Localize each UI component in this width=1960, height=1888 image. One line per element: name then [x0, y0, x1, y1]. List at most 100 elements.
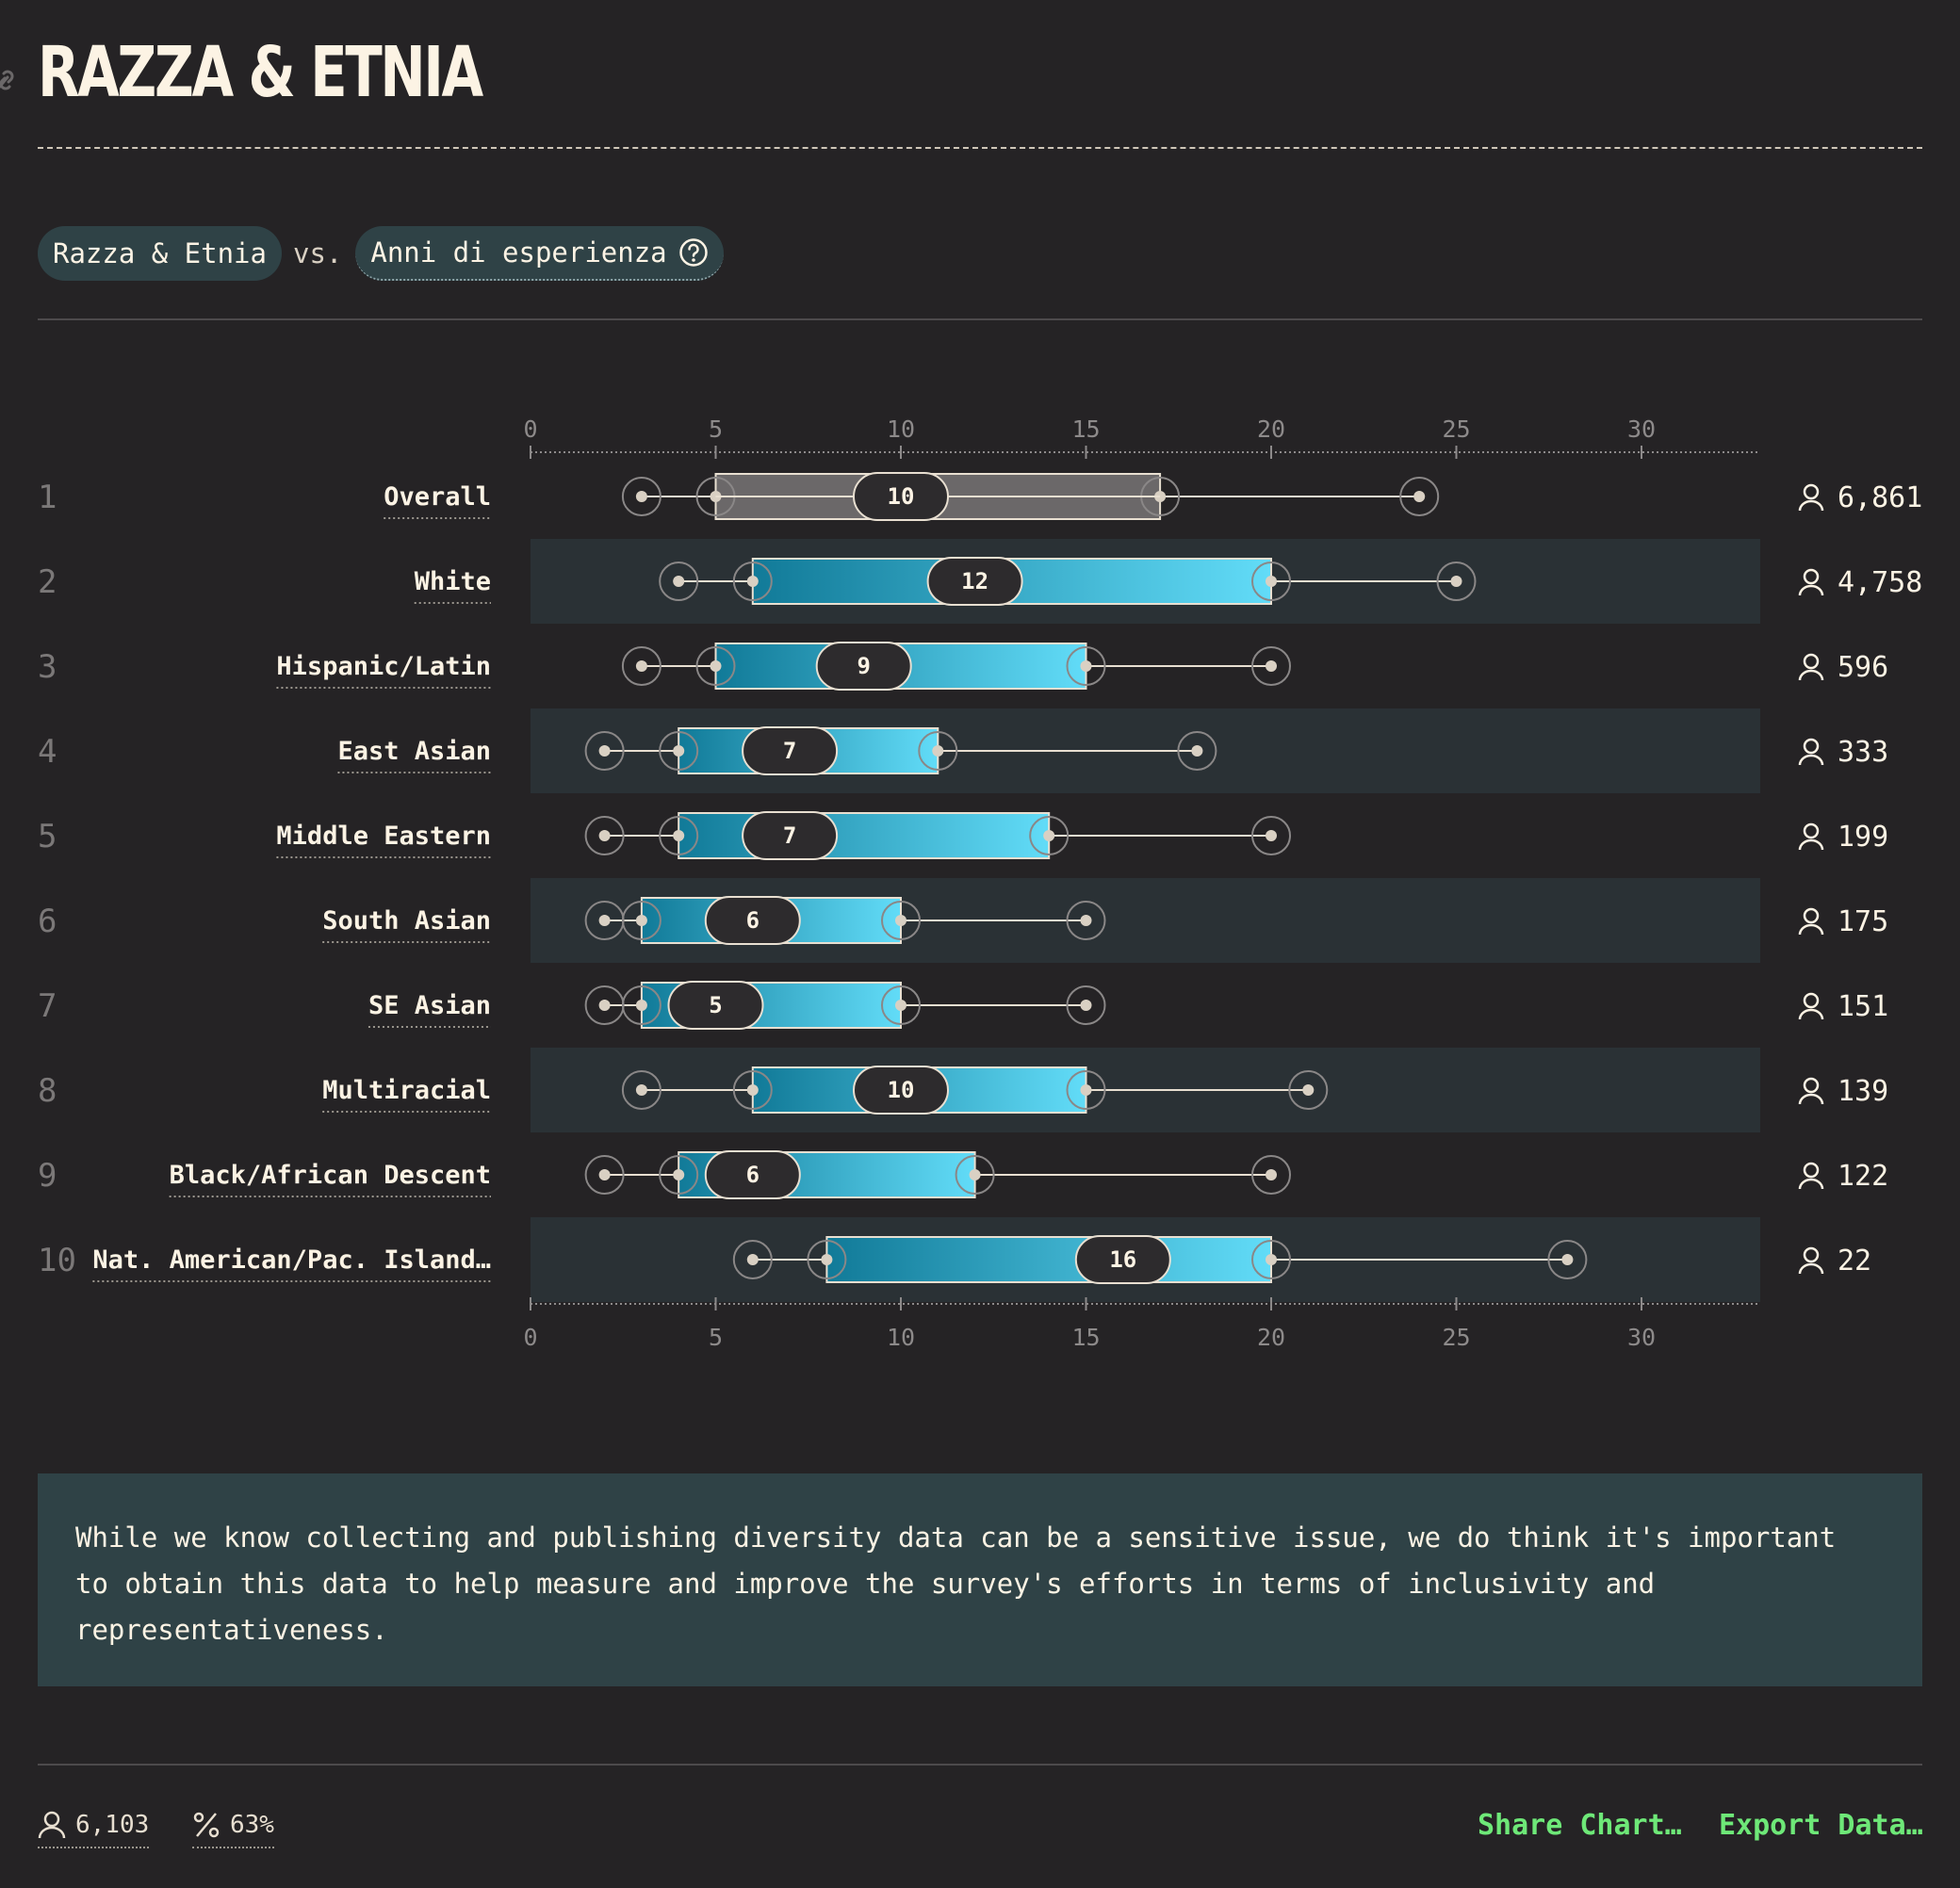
- row-5: 5 Middle Eastern 7 199: [38, 811, 1888, 860]
- p25-dot: [673, 745, 685, 757]
- p10-dot: [635, 1084, 647, 1096]
- export-data-link[interactable]: Export Data…: [1719, 1809, 1923, 1842]
- category-label: East Asian: [337, 737, 491, 766]
- p90-dot: [1561, 1254, 1574, 1265]
- x-tick-label: 25: [1442, 415, 1470, 443]
- user-icon-head: [1803, 1246, 1820, 1263]
- user-icon-body: [1798, 1262, 1824, 1275]
- p10-dot: [598, 1169, 611, 1180]
- respondents-stat[interactable]: 6,103: [38, 1807, 150, 1848]
- median-value: 5: [709, 992, 722, 1018]
- respondent-count: 151: [1838, 990, 1888, 1023]
- x-tick-label: 0: [523, 1324, 537, 1351]
- p75-dot: [1266, 1254, 1277, 1265]
- share-chart-link[interactable]: Share Chart…: [1478, 1809, 1682, 1842]
- user-icon: [1798, 1246, 1824, 1275]
- p10-dot: [598, 745, 611, 757]
- user-icon: [1798, 1162, 1824, 1190]
- respondent-count: 199: [1838, 821, 1888, 854]
- secondary-variable-pill[interactable]: Anni di esperienza: [355, 226, 724, 281]
- row-3: 3 Hispanic/Latin 9 596: [38, 642, 1888, 691]
- secondary-variable-label: Anni di esperienza: [370, 236, 667, 269]
- link-icon[interactable]: [0, 66, 19, 94]
- boxplot-chart: 0 5 10 15 20 25 300 5 10 15 20 25 30 1 Overall 10 6,861…: [38, 415, 1922, 1351]
- rank-label: 6: [38, 903, 57, 940]
- x-tick-label: 15: [1071, 1324, 1100, 1351]
- p10-dot: [598, 1000, 611, 1011]
- user-icon-body: [1798, 669, 1824, 681]
- rank-label: 3: [38, 648, 57, 686]
- user-icon: [1798, 738, 1824, 766]
- p90-dot: [1266, 830, 1277, 841]
- x-tick-label: 0: [523, 415, 537, 443]
- x-tick-label: 10: [887, 415, 915, 443]
- x-tick-label: 20: [1257, 415, 1285, 443]
- category-label: Middle Eastern: [276, 822, 491, 851]
- user-icon-head: [1803, 907, 1820, 924]
- filter-divider: [38, 318, 1922, 320]
- primary-variable-pill[interactable]: Razza & Etnia: [38, 226, 282, 281]
- iqr-box: [825, 1236, 1273, 1283]
- rank-label: 10: [38, 1242, 76, 1279]
- p75-dot: [895, 1000, 906, 1011]
- p25-dot: [673, 830, 685, 841]
- respondent-count: 122: [1838, 1160, 1888, 1193]
- p25-dot: [746, 576, 759, 587]
- p90-dot: [1302, 1084, 1315, 1096]
- p25-dot: [673, 1169, 685, 1180]
- p75-dot: [1043, 830, 1055, 841]
- category-label: SE Asian: [368, 991, 491, 1020]
- percent-icon: [193, 1812, 220, 1838]
- row-7: 7 SE Asian 5 151: [38, 981, 1888, 1030]
- respondent-count: 22: [1838, 1245, 1871, 1278]
- x-tick-label: 20: [1257, 1324, 1285, 1351]
- vs-label: vs.: [292, 237, 343, 269]
- p10-dot: [673, 576, 685, 587]
- p90-dot: [1191, 745, 1203, 757]
- p90-dot: [1413, 491, 1426, 502]
- respondent-count: 596: [1838, 651, 1888, 684]
- row-1: 1 Overall 10 6,861: [38, 472, 1922, 521]
- user-icon-body: [1798, 499, 1824, 512]
- user-icon-head: [1803, 992, 1820, 1009]
- x-tick-label: 15: [1071, 415, 1100, 443]
- rank-label: 1: [38, 479, 57, 516]
- x-tick-label: 10: [887, 1324, 915, 1351]
- x-tick-label: 25: [1442, 1324, 1470, 1351]
- title-divider: [38, 147, 1922, 149]
- median-value: 10: [888, 1077, 915, 1103]
- median-value: 7: [783, 822, 796, 849]
- help-icon[interactable]: [678, 237, 709, 268]
- p90-dot: [1266, 1169, 1277, 1180]
- row-9: 9 Black/African Descent 6 122: [38, 1150, 1888, 1199]
- user-icon: [1798, 1077, 1824, 1105]
- user-icon-head: [1803, 483, 1820, 500]
- respondent-count: 175: [1838, 905, 1888, 938]
- p90-dot: [1080, 915, 1092, 926]
- category-label: Hispanic/Latin: [276, 652, 491, 681]
- p75-dot: [969, 1169, 981, 1180]
- category-label: Black/African Descent: [170, 1161, 491, 1190]
- p75-dot: [1080, 1084, 1092, 1096]
- rank-label: 4: [38, 733, 57, 771]
- category-label: Multiracial: [322, 1076, 491, 1105]
- p10-dot: [746, 1254, 759, 1265]
- percentage-value: 63%: [230, 1811, 274, 1839]
- user-icon: [1798, 907, 1824, 936]
- median-value: 12: [961, 568, 988, 594]
- respondent-count: 4,758: [1838, 566, 1922, 599]
- p10-dot: [635, 660, 647, 672]
- page-title: RAZZA & ETNIA: [38, 32, 483, 113]
- p25-dot: [710, 660, 722, 672]
- primary-variable-label: Razza & Etnia: [53, 237, 267, 269]
- median-value: 6: [746, 1162, 760, 1188]
- user-icon-body: [1798, 838, 1824, 851]
- p75-dot: [1080, 660, 1092, 672]
- user-icon-head: [1803, 1077, 1820, 1094]
- p25-dot: [635, 915, 647, 926]
- respondent-count: 6,861: [1838, 481, 1922, 514]
- percentage-stat[interactable]: 63%: [192, 1807, 274, 1848]
- x-tick-label: 30: [1627, 1324, 1656, 1351]
- filter-bar: Razza & Etnia vs. Anni di esperienza: [38, 226, 724, 281]
- footer-divider: [38, 1764, 1922, 1766]
